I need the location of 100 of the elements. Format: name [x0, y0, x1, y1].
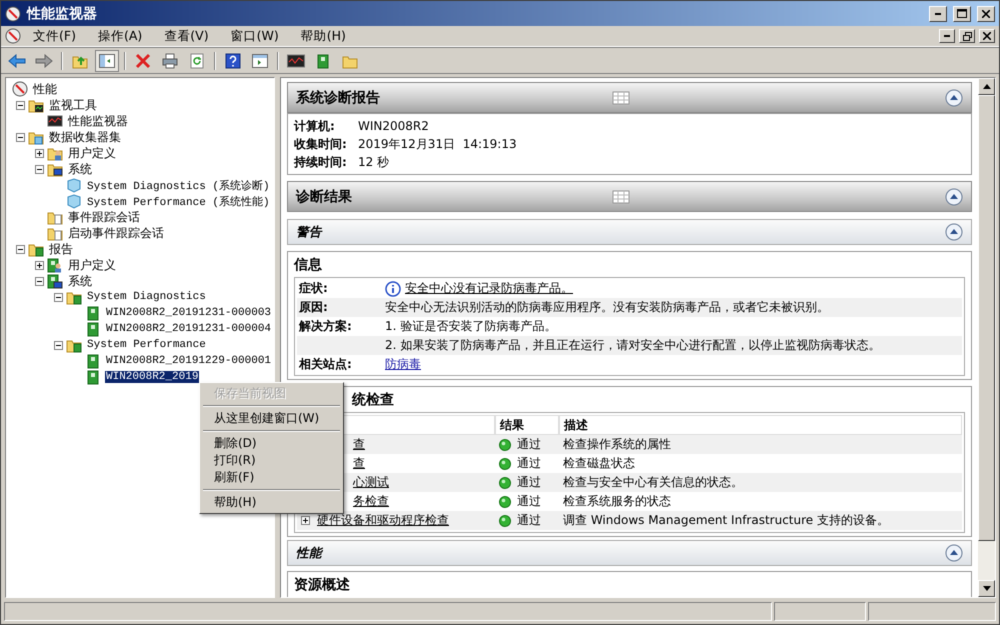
- tree-item[interactable]: 系统: [67, 160, 93, 178]
- scroll-down-button[interactable]: [978, 580, 995, 597]
- tree-item[interactable]: WIN2008R2_20191231-000003: [105, 307, 272, 319]
- menu-item[interactable]: 删除(D): [202, 435, 341, 452]
- tree-item[interactable]: 用户定义: [67, 256, 117, 274]
- minimize-button[interactable]: [929, 6, 947, 22]
- check-link[interactable]: 查: [353, 436, 365, 453]
- detail-value: WIN2008R2: [358, 119, 429, 133]
- section-title: 诊断结果: [296, 188, 353, 206]
- tree-item[interactable]: WIN2008R2_20191229-000001: [105, 355, 272, 367]
- section-title: 系统诊断报告: [296, 88, 381, 106]
- menu-item[interactable]: 从这里创建窗口(W): [202, 410, 341, 427]
- cube-icon: [66, 193, 82, 209]
- tree-item[interactable]: WIN2008R2_2019: [105, 371, 200, 383]
- tree-item[interactable]: 报告: [48, 240, 74, 258]
- expand-toggle[interactable]: [16, 244, 25, 254]
- info-label: 症状:: [299, 281, 328, 295]
- printer-icon: [162, 52, 178, 68]
- maximize-button[interactable]: [953, 6, 971, 22]
- report-icon: [85, 353, 101, 369]
- menu-item[interactable]: 操作(A): [88, 26, 152, 46]
- status-dot-icon: [499, 496, 511, 508]
- gauge-icon: [5, 28, 21, 44]
- detail-label: 持续时间:: [294, 154, 348, 170]
- plus-icon: [36, 262, 43, 268]
- detail-label: 收集时间:: [294, 136, 348, 152]
- column-header: 结果: [495, 415, 559, 435]
- maximize-icon: [957, 9, 967, 18]
- tree-item[interactable]: 性能监视器: [67, 112, 129, 130]
- expand-toggle[interactable]: [35, 276, 44, 286]
- expand-toggle[interactable]: [54, 340, 63, 350]
- check-link[interactable]: 心测试: [353, 474, 389, 491]
- expand-toggle[interactable]: [35, 164, 44, 174]
- result-text: 通过: [517, 474, 541, 491]
- menu-item[interactable]: 刷新(F): [202, 469, 341, 486]
- expand-toggle[interactable]: [16, 100, 25, 110]
- expand-toggle[interactable]: [35, 260, 44, 270]
- minimize-button[interactable]: [939, 29, 955, 43]
- menu-item[interactable]: 打印(R): [202, 452, 341, 469]
- close-icon: [982, 10, 990, 18]
- tree-item[interactable]: 性能: [32, 80, 58, 98]
- close-button[interactable]: [979, 29, 995, 43]
- status-dot-icon: [499, 458, 511, 470]
- tree-item[interactable]: System Performance: [86, 339, 207, 351]
- result-text: 通过: [517, 493, 541, 510]
- tree-item[interactable]: System Performance (系统性能): [86, 194, 271, 208]
- expand-toggle[interactable]: [35, 148, 44, 158]
- pane-icon: [252, 54, 268, 68]
- subsection-title: 性能: [296, 544, 324, 562]
- expand-toggle[interactable]: [54, 292, 63, 302]
- collapse-icon: [945, 188, 963, 206]
- table-cell: 检查系统服务的状态: [563, 493, 671, 510]
- collapse-icon: [945, 544, 963, 562]
- tree-item[interactable]: System Diagnostics (系统诊断): [86, 178, 271, 192]
- expand-toggle[interactable]: [301, 516, 310, 525]
- menu-item[interactable]: 查看(V): [154, 26, 219, 46]
- restore-button[interactable]: [959, 29, 975, 43]
- info-label: 原因:: [299, 300, 328, 314]
- check-link[interactable]: 查: [353, 455, 365, 472]
- tree-item[interactable]: 系统: [67, 272, 93, 290]
- back-arrow-icon: [8, 54, 26, 68]
- pane-icon: [99, 54, 115, 68]
- tree-item[interactable]: System Diagnostics: [86, 291, 207, 303]
- tree-item[interactable]: 监视工具: [48, 96, 98, 114]
- table-cell: 检查操作系统的属性: [563, 436, 671, 453]
- tree-item[interactable]: 用户定义: [67, 144, 117, 162]
- refresh-icon: [189, 52, 205, 68]
- result-text: 通过: [517, 512, 541, 529]
- tree-item[interactable]: 事件跟踪会话: [67, 208, 141, 226]
- tree-item[interactable]: 启动事件跟踪会话: [67, 224, 165, 242]
- detail-value: 12 秒: [358, 154, 390, 170]
- subsection-title: 警告: [296, 224, 324, 240]
- report-icon: [315, 52, 331, 68]
- tree-item[interactable]: WIN2008R2_20191231-000004: [105, 323, 272, 335]
- panel-title: 信息: [294, 256, 322, 275]
- site-link[interactable]: 防病毒: [385, 356, 421, 373]
- table-icon: [612, 90, 630, 104]
- expand-toggle[interactable]: [16, 132, 25, 142]
- menu-item[interactable]: 帮助(H): [290, 26, 356, 46]
- table-cell: 检查与安全中心有关信息的状态。: [563, 474, 743, 491]
- status-dot-icon: [499, 514, 511, 526]
- close-button[interactable]: [977, 6, 995, 22]
- tree-pane-button[interactable]: [95, 50, 119, 72]
- monitor-icon: [47, 113, 63, 129]
- detail-value: 2019年12月31日 14:19:13: [358, 136, 517, 152]
- collapse-icon: [945, 223, 963, 241]
- menu-item[interactable]: 窗口(W): [220, 26, 289, 46]
- symptom-link[interactable]: 安全中心没有记录防病毒产品。: [405, 280, 573, 297]
- menu-item[interactable]: 帮助(H): [202, 494, 341, 511]
- info-text: 2. 如果安装了防病毒产品，并且正在运行，请对安全中心进行配置，以停止监视防病毒状态。: [385, 337, 880, 354]
- menu-item[interactable]: 文件(F): [23, 26, 86, 46]
- report-icon: [85, 321, 101, 337]
- column-header: 描述: [559, 415, 962, 435]
- table-cell: 调查 Windows Management Infrastructure 支持的设备。: [563, 512, 889, 529]
- check-link[interactable]: 务检查: [353, 493, 389, 510]
- panel-title: 统检查: [352, 391, 394, 410]
- scroll-up-button[interactable]: [978, 78, 995, 95]
- down-arrow-icon: [982, 586, 990, 591]
- tree-item[interactable]: 数据收集器集: [48, 128, 122, 146]
- plus-icon: [302, 517, 309, 524]
